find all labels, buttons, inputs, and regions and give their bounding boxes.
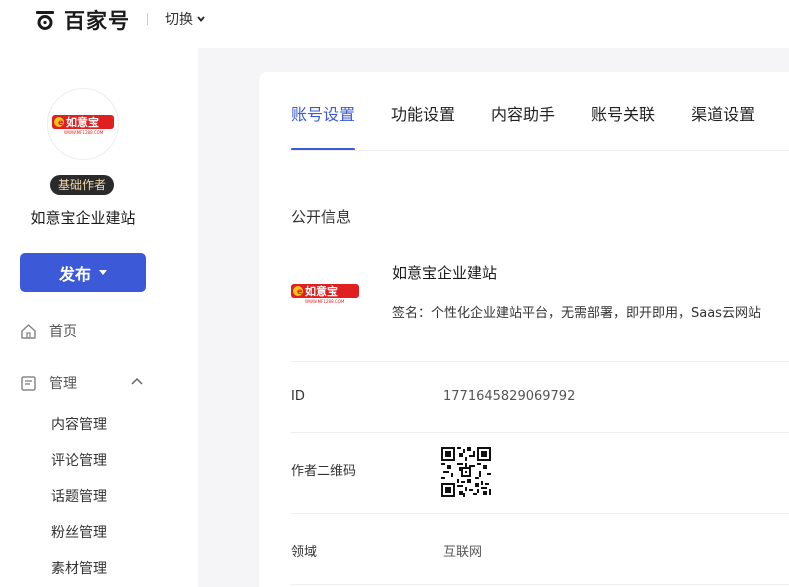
profile-signature: 签名：个性化企业建站平台，无需部署，即开即用，Saas云网站 bbox=[392, 306, 761, 321]
id-value: 1771645829069792 bbox=[443, 389, 576, 404]
sidebar-item-manage[interactable]: 管理 bbox=[20, 373, 77, 393]
document-icon bbox=[21, 375, 36, 391]
svg-text:WWW.MF1288.COM: WWW.MF1288.COM bbox=[64, 130, 104, 135]
home-icon bbox=[21, 323, 36, 339]
sidebar-item-topic-management[interactable]: 话题管理 bbox=[51, 486, 107, 506]
settings-panel: 账号设置 功能设置 内容助手 账号关联 渠道设置 公开信息 e 如意宝 WWW.… bbox=[259, 72, 789, 587]
id-label: ID bbox=[291, 389, 305, 404]
svg-text:如意宝: 如意宝 bbox=[305, 284, 338, 298]
profile-logo-icon[interactable]: e 如意宝 WWW.MF1288.COM bbox=[291, 282, 359, 304]
tab-feature-settings[interactable]: 功能设置 bbox=[391, 72, 455, 151]
row-divider bbox=[291, 361, 789, 362]
top-bar: 百家号 切换 bbox=[0, 0, 789, 48]
caret-down-icon bbox=[99, 270, 107, 275]
section-title: 公开信息 bbox=[291, 208, 352, 226]
baijiahao-logo-icon[interactable] bbox=[35, 10, 55, 30]
avatar[interactable]: e 如意宝 WWW.MF1288.COM bbox=[47, 88, 119, 160]
sidebar: e 如意宝 WWW.MF1288.COM 基础作者 如意宝企业建站 发布 首页 … bbox=[0, 48, 198, 587]
sidebar-item-label: 首页 bbox=[49, 324, 77, 340]
qr-code-icon[interactable] bbox=[441, 447, 491, 497]
sidebar-item-home[interactable]: 首页 bbox=[20, 321, 77, 341]
account-name: 如意宝企业建站 bbox=[30, 209, 136, 227]
tab-divider bbox=[291, 150, 789, 151]
domain-value: 互联网 bbox=[443, 545, 483, 560]
sidebar-item-fans-management[interactable]: 粉丝管理 bbox=[51, 522, 107, 542]
divider bbox=[147, 13, 148, 25]
tab-channel-settings[interactable]: 渠道设置 bbox=[691, 72, 755, 151]
chevron-down-icon bbox=[197, 16, 205, 22]
tab-account-settings[interactable]: 账号设置 bbox=[291, 72, 356, 151]
switch-label: 切换 bbox=[165, 12, 193, 28]
sidebar-item-label: 管理 bbox=[49, 376, 77, 392]
svg-text:如意宝: 如意宝 bbox=[66, 115, 99, 129]
row-divider bbox=[291, 513, 789, 514]
domain-label: 领域 bbox=[291, 545, 318, 560]
qr-label: 作者二维码 bbox=[291, 464, 357, 479]
publish-label: 发布 bbox=[58, 264, 91, 284]
tab-content-assistant[interactable]: 内容助手 bbox=[491, 72, 555, 151]
chevron-up-icon[interactable] bbox=[131, 377, 143, 385]
author-level-badge: 基础作者 bbox=[50, 175, 115, 195]
switch-account-button[interactable]: 切换 bbox=[165, 9, 205, 29]
svg-text:e: e bbox=[58, 118, 64, 127]
publish-button[interactable]: 发布 bbox=[20, 253, 146, 292]
svg-text:WWW.MF1288.COM: WWW.MF1288.COM bbox=[305, 299, 345, 304]
svg-text:e: e bbox=[297, 287, 303, 296]
sidebar-item-content-management[interactable]: 内容管理 bbox=[51, 414, 107, 434]
tab-bar: 账号设置 功能设置 内容助手 账号关联 渠道设置 bbox=[291, 72, 789, 151]
row-divider bbox=[291, 584, 789, 585]
profile-name: 如意宝企业建站 bbox=[392, 264, 498, 282]
sidebar-item-material-management[interactable]: 素材管理 bbox=[51, 558, 107, 578]
brand-logo-icon: e 如意宝 WWW.MF1288.COM bbox=[52, 115, 114, 135]
tab-account-link[interactable]: 账号关联 bbox=[591, 72, 655, 151]
sidebar-item-comment-management[interactable]: 评论管理 bbox=[51, 450, 107, 470]
row-divider bbox=[291, 432, 789, 433]
app-title[interactable]: 百家号 bbox=[64, 5, 130, 35]
